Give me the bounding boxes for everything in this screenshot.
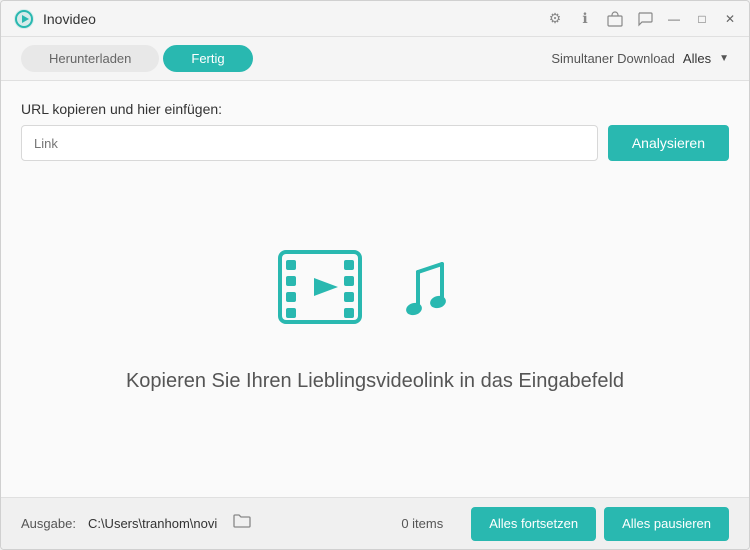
empty-state: Kopieren Sie Ihren Lieblingsvideolink in… bbox=[21, 177, 729, 497]
concurrent-value: Alles bbox=[683, 51, 711, 66]
title-bar: Inovideo ⚙ ℹ — □ ✕ bbox=[1, 1, 749, 37]
bottom-buttons: Alles fortsetzen Alles pausieren bbox=[471, 507, 729, 541]
app-logo bbox=[13, 8, 35, 30]
tab-bar: Herunterladen Fertig Simultaner Download… bbox=[1, 37, 749, 81]
folder-icon[interactable] bbox=[233, 513, 251, 534]
store-icon[interactable] bbox=[607, 11, 623, 27]
empty-state-icons bbox=[270, 242, 480, 342]
music-icon bbox=[390, 252, 480, 342]
app-title: Inovideo bbox=[43, 11, 547, 27]
maximize-button[interactable]: □ bbox=[695, 12, 709, 26]
settings-icon[interactable]: ⚙ bbox=[547, 11, 563, 27]
analyze-button[interactable]: Analysieren bbox=[608, 125, 729, 161]
concurrent-label: Simultaner Download bbox=[551, 51, 675, 66]
tab-done[interactable]: Fertig bbox=[163, 45, 252, 72]
concurrent-download-section: Simultaner Download Alles ▼ bbox=[551, 51, 729, 66]
film-icon bbox=[270, 242, 380, 342]
info-icon[interactable]: ℹ bbox=[577, 11, 593, 27]
concurrent-dropdown-arrow[interactable]: ▼ bbox=[719, 53, 729, 64]
close-button[interactable]: ✕ bbox=[723, 12, 737, 26]
url-input-row: Analysieren bbox=[21, 125, 729, 161]
url-section: URL kopieren und hier einfügen: Analysie… bbox=[21, 101, 729, 161]
empty-state-text: Kopieren Sie Ihren Lieblingsvideolink in… bbox=[126, 370, 624, 393]
url-input[interactable] bbox=[21, 125, 598, 161]
main-window: Inovideo ⚙ ℹ — □ ✕ Herunterladen bbox=[0, 0, 750, 550]
minimize-button[interactable]: — bbox=[667, 12, 681, 26]
toolbar-icons: ⚙ ℹ bbox=[547, 11, 653, 27]
output-label: Ausgabe: bbox=[21, 516, 76, 531]
tabs: Herunterladen Fertig bbox=[21, 45, 253, 72]
main-content: URL kopieren und hier einfügen: Analysie… bbox=[1, 81, 749, 497]
url-label: URL kopieren und hier einfügen: bbox=[21, 101, 729, 117]
bottom-bar: Ausgabe: C:\Users\tranhom\novi 0 items A… bbox=[1, 497, 749, 549]
pause-all-button[interactable]: Alles pausieren bbox=[604, 507, 729, 541]
continue-all-button[interactable]: Alles fortsetzen bbox=[471, 507, 596, 541]
chat-icon[interactable] bbox=[637, 11, 653, 27]
window-controls: — □ ✕ bbox=[667, 12, 737, 26]
tab-download[interactable]: Herunterladen bbox=[21, 45, 159, 72]
output-path: C:\Users\tranhom\novi bbox=[88, 516, 217, 531]
items-count: 0 items bbox=[401, 516, 443, 531]
